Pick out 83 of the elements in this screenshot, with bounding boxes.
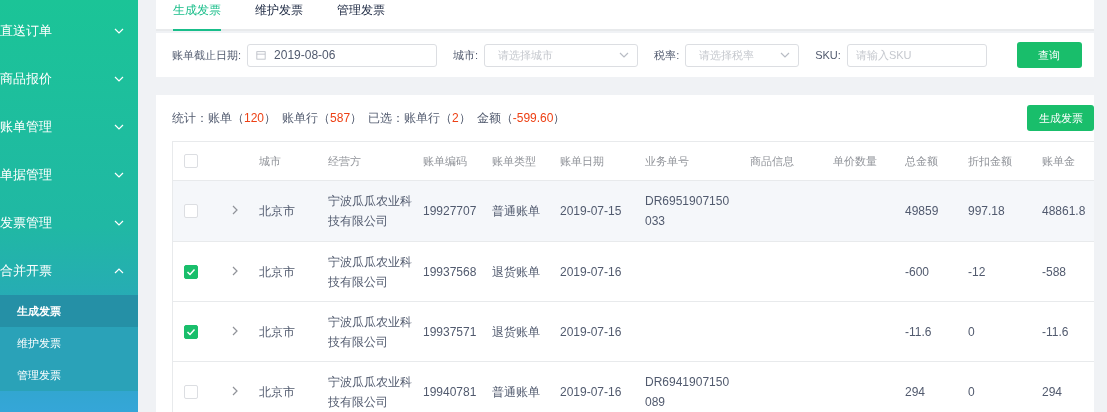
- table-cell-text: 北京市: [259, 323, 295, 341]
- table-cell-text: DR6941907150089: [645, 373, 730, 411]
- sidebar-item[interactable]: 合并开票: [0, 247, 138, 295]
- column-header: 账单日期: [560, 154, 604, 167]
- generate-invoice-button[interactable]: 生成发票: [1027, 105, 1094, 131]
- table-cell-text: -600: [905, 263, 930, 281]
- chevron-right-icon: [230, 325, 240, 336]
- table-cell-text: 2019-07-16: [560, 323, 622, 341]
- table-cell-text: -588: [1042, 263, 1067, 281]
- chevron-down-icon: [114, 74, 124, 84]
- table-cell-text: -11.6: [905, 323, 932, 341]
- table-cell-text: 19937571: [423, 323, 477, 341]
- field-label: SKU:: [815, 49, 841, 61]
- table-cell-text: 19940781: [423, 383, 477, 401]
- sidebar-item[interactable]: 单据管理: [0, 151, 138, 199]
- chevron-up-icon: [114, 266, 124, 276]
- column-header: 账单类型: [492, 154, 536, 167]
- date-field[interactable]: 2019-08-06: [247, 43, 438, 67]
- chevron-down-icon: [114, 122, 124, 132]
- column-header: 账单编码: [423, 154, 467, 167]
- calendar-icon: [256, 50, 267, 60]
- table-cell-text: 2019-07-16: [560, 263, 622, 281]
- table-cell-text: 宁波瓜瓜农业科技有限公司: [328, 373, 413, 411]
- sidebar-item[interactable]: 发票管理: [0, 199, 138, 247]
- stat-text: 账单行（587）: [282, 109, 363, 127]
- checkbox[interactable]: [184, 324, 198, 339]
- table-cell-text: 2019-07-15: [560, 203, 622, 220]
- table-cell-text: 19927707: [423, 203, 477, 220]
- chevron-right-icon: [230, 385, 240, 396]
- table-cell-text: 2019-07-16: [560, 383, 622, 401]
- column-header: 城市: [259, 154, 281, 167]
- table-cell-text: 宁波瓜瓜农业科技有限公司: [328, 253, 413, 291]
- column-header: 商品信息: [750, 154, 794, 167]
- column-header: 业务单号: [645, 154, 689, 167]
- chevron-down-icon: [114, 170, 124, 180]
- chevron-down-icon: [619, 50, 630, 60]
- tab[interactable]: 生成发票: [173, 0, 221, 31]
- sidebar-subitem[interactable]: 维护发票: [0, 327, 138, 359]
- table-cell-text: 宁波瓜瓜农业科技有限公司: [328, 313, 413, 351]
- table-cell-text: 退货账单: [492, 323, 540, 341]
- chevron-down-icon: [114, 218, 124, 228]
- column-header: 经营方: [328, 154, 361, 167]
- sidebar-subitem[interactable]: 生成发票: [0, 295, 138, 327]
- table-cell-text: 0: [968, 383, 975, 401]
- stat-text: 已选：账单行（2）: [368, 109, 471, 127]
- query-button[interactable]: 查询: [1016, 42, 1082, 68]
- chevron-down-icon: [780, 50, 791, 60]
- table-cell-text: 普通账单: [492, 203, 540, 220]
- table-cell-text: 19937568: [423, 263, 477, 281]
- stat-text: 统计：账单（120）: [172, 109, 277, 127]
- checkbox[interactable]: [184, 264, 198, 279]
- table-cell-text: 49859: [905, 203, 939, 220]
- table-cell-text: 0: [968, 323, 975, 341]
- field-label: 税率:: [654, 47, 680, 63]
- column-header: 总金额: [905, 154, 938, 167]
- column-header: 折扣金额: [968, 154, 1012, 167]
- chevron-right-icon: [230, 265, 240, 276]
- table-cell-text: 997.18: [968, 203, 1005, 220]
- table-cell-text: 294: [1042, 383, 1063, 401]
- table-cell-text: -12: [968, 263, 986, 281]
- table-cell-text: 退货账单: [492, 263, 540, 281]
- field-label: 城市:: [453, 47, 479, 63]
- stat-text: 金额（-599.60）: [476, 109, 566, 127]
- field-label: 账单截止日期:: [172, 47, 242, 63]
- table-cell-text: 宁波瓜瓜农业科技有限公司: [328, 193, 413, 230]
- table-cell-text: 北京市: [259, 383, 295, 401]
- table-cell-text: 294: [905, 383, 926, 401]
- table-cell-text: DR6951907150033: [645, 193, 730, 230]
- column-header: 账单金: [1042, 154, 1075, 167]
- table-cell-text: 48861.8: [1042, 203, 1086, 220]
- sidebar-subitem[interactable]: 管理发票: [0, 359, 138, 391]
- sidebar-item[interactable]: 商品报价: [0, 55, 138, 103]
- chevron-right-icon: [230, 205, 240, 215]
- chevron-down-icon: [114, 26, 124, 36]
- table-cell-text: 北京市: [259, 263, 295, 281]
- sidebar-item[interactable]: 账单管理: [0, 103, 138, 151]
- sidebar-item[interactable]: 直送订单: [0, 7, 138, 55]
- tab[interactable]: 维护发票: [255, 0, 303, 27]
- table-cell-text: -11.6: [1042, 323, 1069, 341]
- column-header: 单价数量: [833, 154, 877, 167]
- table-cell-text: 北京市: [259, 203, 295, 220]
- table-cell-text: 普通账单: [492, 383, 540, 401]
- tab[interactable]: 管理发票: [337, 0, 385, 27]
